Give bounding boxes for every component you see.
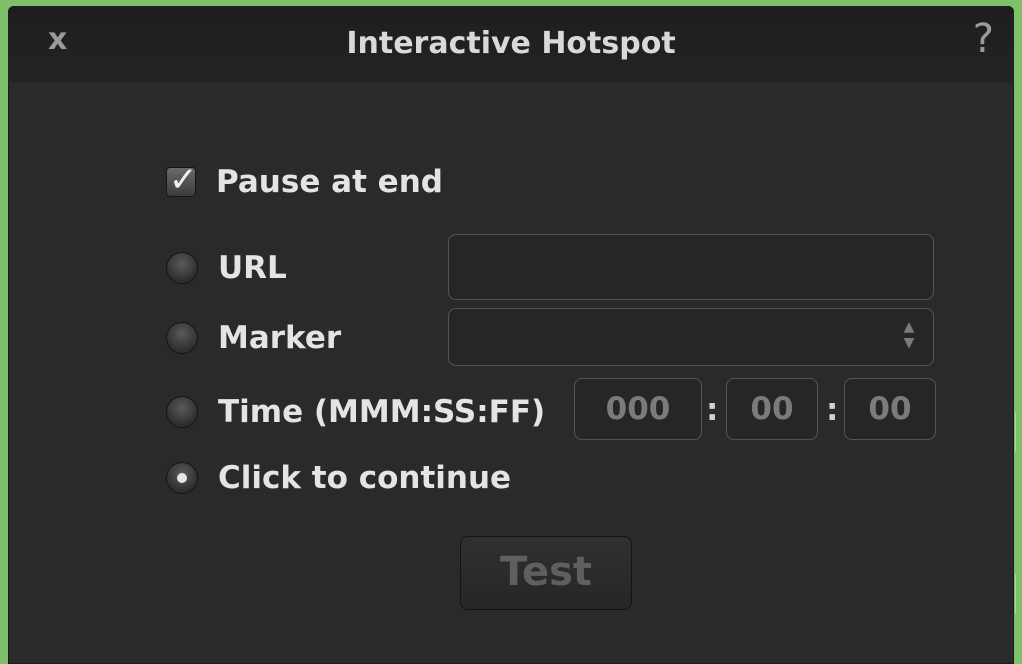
- page-background: x Interactive Hotspot ? ✓ Pause at end U…: [0, 0, 1022, 664]
- click-to-continue-row: Click to continue: [166, 452, 511, 504]
- url-radio[interactable]: [166, 252, 198, 284]
- click-to-continue-radio[interactable]: [166, 462, 198, 494]
- decorative-line: [1015, 574, 1022, 614]
- time-option-row: Time (MMM:SS:FF): [166, 386, 545, 438]
- marker-option-row: Marker: [166, 312, 341, 364]
- interactive-hotspot-dialog: x Interactive Hotspot ? ✓ Pause at end U…: [8, 6, 1014, 664]
- time-radio[interactable]: [166, 396, 198, 428]
- time-label: Time (MMM:SS:FF): [218, 394, 546, 430]
- decorative-line: [1015, 412, 1022, 452]
- pause-at-end-label: Pause at end: [216, 164, 443, 200]
- pause-at-end-checkbox[interactable]: ✓: [166, 160, 198, 200]
- chevron-up-down-icon: ▲ ▼: [903, 319, 915, 351]
- time-seconds-field[interactable]: 00: [726, 378, 818, 440]
- time-separator: :: [706, 392, 719, 428]
- click-to-continue-label: Click to continue: [218, 460, 512, 496]
- time-minutes-field[interactable]: 000: [574, 378, 702, 440]
- checkmark-icon: ✓: [169, 160, 198, 200]
- time-frames-field[interactable]: 00: [844, 378, 936, 440]
- marker-radio[interactable]: [166, 322, 198, 354]
- url-label: URL: [218, 250, 287, 286]
- marker-select[interactable]: ▲ ▼: [448, 308, 934, 366]
- url-input[interactable]: [448, 234, 934, 300]
- dialog-titlebar: x Interactive Hotspot ?: [8, 6, 1014, 82]
- test-button[interactable]: Test: [460, 536, 632, 610]
- url-option-row: URL: [166, 242, 287, 294]
- dialog-title: Interactive Hotspot: [346, 26, 676, 61]
- time-separator: :: [826, 392, 839, 428]
- marker-label: Marker: [218, 320, 342, 356]
- help-button[interactable]: ?: [973, 16, 994, 62]
- pause-at-end-row: ✓ Pause at end: [166, 156, 443, 208]
